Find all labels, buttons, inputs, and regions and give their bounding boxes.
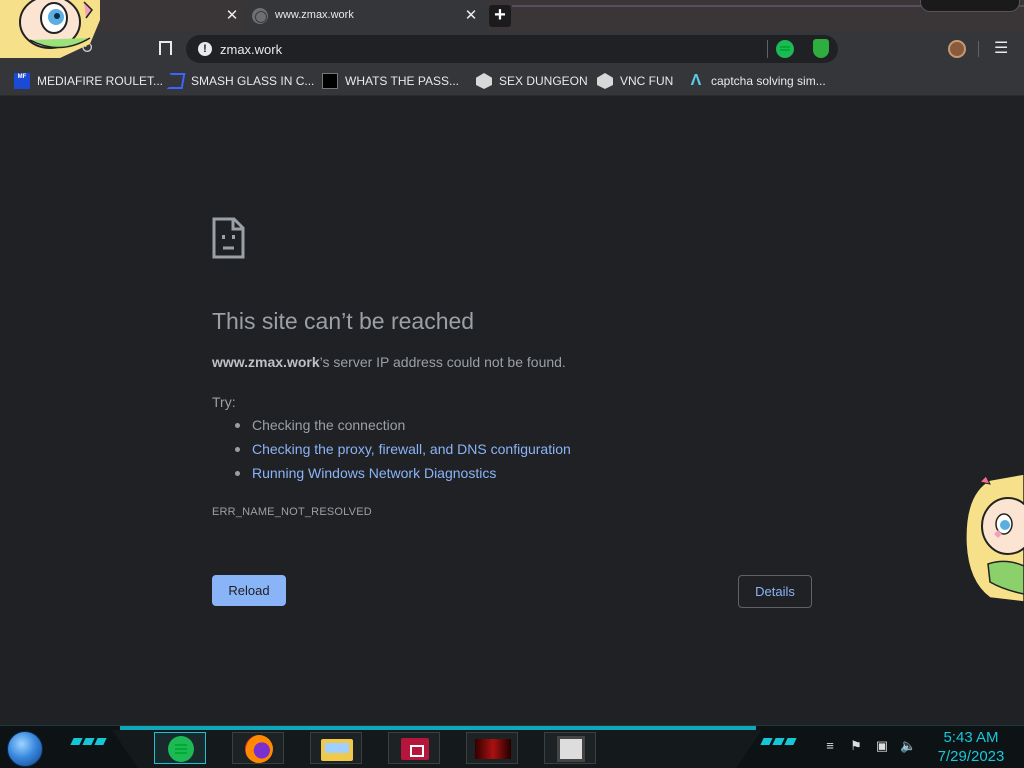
error-message: www.zmax.work’s server IP address could … (212, 354, 566, 370)
show-hidden-icon[interactable]: ≡ (822, 738, 838, 754)
bookmark-label: SEX DUNGEON (499, 74, 588, 88)
network-icon[interactable]: ▣ (874, 738, 890, 754)
suggestions-list: Checking the connection Checking the pro… (232, 417, 571, 489)
address-bar[interactable]: ! zmax.work (186, 35, 838, 63)
screen: ✕ www.zmax.work ✕ + ↻ ! zmax.work ☰ MF M… (0, 0, 1024, 768)
error-message-text: ’s server IP address could not be found. (319, 354, 566, 370)
divider (767, 40, 768, 58)
system-tray: ≡ ⚑ ▣ 🔈 (822, 738, 916, 754)
new-tab-button[interactable]: + (489, 5, 511, 27)
details-button[interactable]: Details (738, 575, 812, 608)
game-icon (475, 739, 511, 759)
divider (978, 41, 979, 57)
dungeon-icon (597, 73, 613, 89)
clock-time[interactable]: 5:43 AM (926, 729, 1016, 746)
error-host: www.zmax.work (212, 354, 320, 370)
mascot-image (965, 474, 1024, 602)
menu-icon[interactable]: ☰ (994, 40, 1008, 58)
taskbar-app[interactable] (466, 732, 518, 764)
bookmark-item[interactable]: VNC FUN (597, 71, 673, 91)
spotify-icon (168, 736, 194, 762)
bookmark-label: MEDIAFIRE ROULET... (37, 74, 164, 88)
shield-extension-icon[interactable] (813, 39, 829, 58)
taskbar-decoration (70, 738, 107, 745)
clock-date[interactable]: 7/29/2023 (926, 748, 1016, 765)
dungeon-icon (476, 73, 492, 89)
bookmark-item[interactable]: Λ captcha solving sim... (688, 71, 826, 91)
error-page: This site can’t be reached www.zmax.work… (0, 97, 1024, 725)
bookmark-item[interactable]: MF MEDIAFIRE ROULET... (14, 71, 163, 91)
sad-page-icon (212, 217, 245, 259)
site-info-icon[interactable]: ! (198, 42, 212, 56)
list-item: Checking the connection (232, 417, 571, 441)
error-title: This site can’t be reached (212, 308, 475, 334)
taskbar: ≡ ⚑ ▣ 🔈 5:43 AM 7/29/2023 (0, 725, 1024, 768)
bookmark-item[interactable]: SEX DUNGEON (476, 71, 588, 91)
try-label: Try: (212, 394, 236, 410)
taskbar-app[interactable] (388, 732, 440, 764)
close-tab-icon[interactable]: ✕ (461, 6, 481, 26)
suggestion-link[interactable]: Checking the proxy, firewall, and DNS co… (252, 441, 571, 457)
bookmark-label: WHATS THE PASS... (345, 74, 460, 88)
bookmarks-bar: MF MEDIAFIRE ROULET... SMASH GLASS IN C.… (0, 66, 1024, 96)
red-app-icon (401, 738, 429, 760)
bookmark-label: captcha solving sim... (711, 74, 826, 88)
reload-button[interactable]: Reload (212, 575, 286, 606)
suggestion-link[interactable]: Running Windows Network Diagnostics (252, 465, 496, 481)
window-decoration (920, 0, 1020, 12)
bookmark-label: SMASH GLASS IN C... (191, 74, 315, 88)
black-square-icon (322, 73, 338, 89)
bookmark-item[interactable]: WHATS THE PASS... (322, 71, 459, 91)
smash-icon (166, 73, 186, 89)
tab-active[interactable]: www.zmax.work ✕ (246, 0, 488, 32)
suggestion-text: Checking the connection (252, 417, 406, 433)
taskbar-glow (120, 726, 756, 730)
file-explorer-icon (321, 739, 353, 761)
bookmark-label: VNC FUN (620, 74, 674, 88)
mediafire-icon: MF (14, 73, 30, 89)
taskbar-app[interactable] (310, 732, 362, 764)
tab-strip: ✕ www.zmax.work ✕ + (0, 0, 1024, 32)
bookmark-icon[interactable] (156, 39, 172, 59)
toolbar: ↻ ! zmax.work ☰ (0, 32, 1024, 66)
profile-avatar[interactable] (948, 40, 966, 58)
url-text[interactable]: zmax.work (220, 42, 282, 57)
firefox-icon (245, 735, 273, 763)
taskbar-app[interactable] (544, 732, 596, 764)
flag-icon[interactable]: ⚑ (848, 738, 864, 754)
taskbar-app[interactable] (154, 732, 206, 764)
volume-icon[interactable]: 🔈 (900, 738, 916, 754)
pixel-app-icon (557, 736, 585, 762)
tab-title: www.zmax.work (275, 9, 354, 21)
taskbar-app[interactable] (232, 732, 284, 764)
start-button[interactable] (7, 731, 43, 767)
close-tab-icon[interactable]: ✕ (222, 6, 242, 26)
globe-icon (252, 8, 268, 24)
bookmark-item[interactable]: SMASH GLASS IN C... (166, 71, 315, 91)
taskbar-decoration (760, 738, 797, 745)
lambda-icon: Λ (690, 72, 702, 89)
spotify-extension-icon[interactable] (776, 40, 794, 58)
error-code: ERR_NAME_NOT_RESOLVED (212, 506, 372, 518)
list-item[interactable]: Running Windows Network Diagnostics (232, 465, 571, 489)
list-item[interactable]: Checking the proxy, firewall, and DNS co… (232, 441, 571, 465)
mascot-image (0, 0, 100, 58)
